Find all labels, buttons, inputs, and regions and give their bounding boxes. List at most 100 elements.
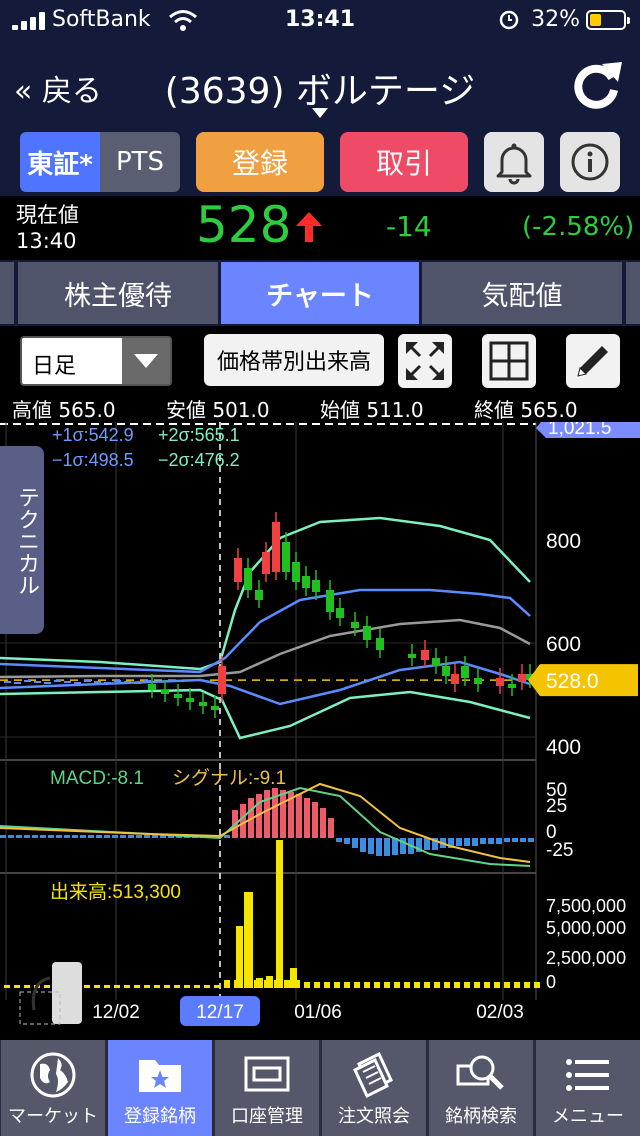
candle-body (518, 674, 526, 682)
volume-bar-spike (246, 892, 253, 988)
macd-histogram-bar (352, 838, 358, 848)
nav-search[interactable]: 銘柄検索 (428, 1040, 533, 1136)
volume-axis-tick: 7,500,000 (546, 896, 626, 916)
fullscreen-button[interactable] (398, 334, 452, 388)
candle-small (14, 682, 21, 684)
macd-histogram-bar (368, 838, 374, 854)
candle-small (24, 680, 31, 682)
candle-body (451, 674, 459, 684)
alarm-icon (499, 10, 519, 30)
nav-watchlist[interactable]: 登録銘柄 (107, 1040, 212, 1136)
volume-bar (404, 982, 410, 988)
x-axis-tick: 01/06 (294, 1002, 342, 1023)
tab-next[interactable] (626, 262, 640, 324)
nav-menu[interactable]: メニュー (535, 1040, 640, 1136)
candle-small (34, 681, 41, 683)
open-value: 始値 511.0 (320, 398, 424, 422)
alert-button[interactable] (484, 132, 544, 192)
market-pts-tab[interactable]: PTS (100, 132, 180, 192)
technical-panel-toggle[interactable]: テクニカル (0, 446, 44, 634)
technical-label: テクニカル (14, 486, 39, 596)
layout-button[interactable] (482, 334, 536, 388)
volume-bar (414, 982, 420, 988)
candle-small (124, 681, 131, 683)
nav-watchlist-label: 登録銘柄 (124, 1106, 196, 1127)
macd-histogram-bar (424, 838, 430, 850)
status-bar: SoftBank 13:41 32% (0, 0, 640, 40)
candle-small (54, 680, 61, 682)
macd-histogram-bar (120, 835, 126, 838)
period-select[interactable]: 日足 (20, 336, 172, 386)
document-icon (353, 1051, 393, 1099)
bb-label-plus2: +2σ:565.1 (158, 425, 240, 445)
refresh-icon[interactable] (568, 56, 624, 112)
tab-order-book[interactable]: 気配値 (422, 262, 622, 324)
macd-histogram-bar (40, 835, 46, 838)
x-axis-tick: 12/17 (196, 1002, 244, 1023)
nav-menu-label: メニュー (552, 1106, 624, 1127)
macd-histogram-bar (0, 835, 6, 838)
period-value: 日足 (32, 354, 77, 379)
macd-histogram-bar (464, 838, 470, 846)
nav-orders[interactable]: 注文照会 (321, 1040, 426, 1136)
battery-icon (586, 10, 630, 30)
info-button[interactable] (560, 132, 620, 192)
chart-toolbar: 日足 価格帯別出来高 高値 565.0 安値 501.0 始値 511.0 終値… (0, 326, 640, 422)
macd-histogram-bar (16, 835, 22, 838)
quote-label: 現在値 13:40 (16, 203, 79, 253)
nav-orders-label: 注文照会 (338, 1106, 410, 1127)
market-tosho-tab[interactable]: 東証* (20, 132, 100, 192)
candle-body (326, 590, 334, 612)
macd-histogram-bar (344, 838, 350, 844)
nav-market[interactable]: マーケット (0, 1040, 105, 1136)
volume-bar (174, 985, 180, 988)
signal-label: シグナル:-9.1 (172, 767, 286, 789)
macd-histogram-bar (280, 790, 286, 838)
macd-histogram-bar (384, 838, 390, 856)
volume-bar (464, 982, 470, 988)
volume-bar (154, 985, 160, 988)
volume-bar (444, 982, 450, 988)
page-title[interactable]: (3639) ボルテージ (0, 62, 640, 114)
candle-body (199, 702, 207, 706)
candle-body (186, 698, 194, 702)
trade-button[interactable]: 取引 (340, 132, 468, 192)
title-dropdown-icon[interactable] (312, 108, 328, 118)
macd-histogram-bar (72, 835, 78, 838)
expand-icon (406, 342, 444, 380)
macd-histogram-bar (224, 835, 230, 838)
macd-histogram-bar (32, 835, 38, 838)
tab-prev[interactable] (0, 262, 14, 324)
volume-bar (384, 982, 390, 988)
candle-small (44, 682, 51, 684)
folder-star-icon (139, 1060, 181, 1092)
nav-bar: « 戻る (3639) ボルテージ (0, 40, 640, 128)
volume-bar (354, 982, 360, 988)
volume-profile-button[interactable]: 価格帯別出来高 (204, 334, 384, 386)
candle-small (144, 680, 151, 682)
close-value: 終値 565.0 (474, 398, 578, 422)
action-row: 東証* PTS 登録 取引 (0, 128, 640, 196)
nav-account[interactable]: 口座管理 (214, 1040, 319, 1136)
volume-bar (4, 985, 10, 988)
stock-chart[interactable]: MACD:-8.1 シグナル:-9.1 出来高:513,300 800 600 400… (0, 422, 640, 1040)
tab-shareholder-benefits[interactable]: 株主優待 (18, 262, 218, 324)
tab-chart[interactable]: チャート (221, 262, 419, 324)
volume-bar (44, 985, 50, 988)
candle-body (292, 562, 300, 582)
register-button[interactable]: 登録 (196, 132, 324, 192)
info-icon (571, 143, 609, 181)
current-price: 528 (196, 196, 292, 254)
volume-bar (534, 982, 540, 988)
macd-histogram-bar (312, 802, 318, 838)
macd-histogram-bar (336, 838, 342, 842)
candle-body (461, 666, 469, 678)
macd-histogram-bar (8, 835, 14, 838)
candle-body (363, 626, 371, 640)
volume-bar (344, 982, 350, 988)
candle-body (496, 678, 504, 686)
candle-body (351, 622, 359, 628)
volume-bar (104, 985, 110, 988)
draw-button[interactable] (566, 334, 620, 388)
price-axis-tick: 800 (546, 530, 581, 553)
